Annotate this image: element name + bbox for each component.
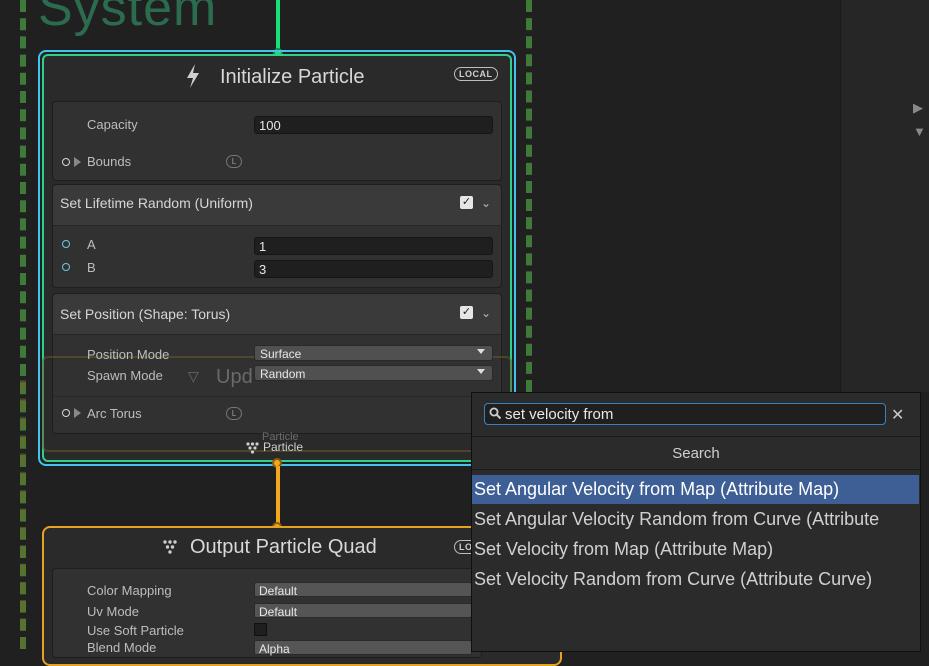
set-position-checkbox[interactable]: ✓ [460,306,473,319]
blend-mode-label: Blend Mode [87,640,157,655]
update-ghost-icon: ▽ [188,368,199,384]
update-border-left [20,380,26,649]
lifetime-a-field[interactable]: 1 [254,237,493,255]
position-mode-value: Surface [260,347,302,361]
right-panel: ▶ ▼ [840,0,929,392]
lightning-icon [184,63,202,89]
search-result-item[interactable]: Set Angular Velocity Random from Curve (… [472,505,919,534]
color-mapping-label: Color Mapping [87,583,172,598]
lifetime-b-label: B [87,260,96,275]
search-result-item[interactable]: Set Angular Velocity from Map (Attribute… [472,475,919,504]
particle-icon [246,441,259,454]
uv-mode-dropdown[interactable]: Default [254,603,472,619]
capacity-field[interactable]: 100 [254,116,493,134]
use-soft-particle-checkbox[interactable] [254,623,267,636]
lifetime-a-label: A [87,237,96,252]
clear-search-icon[interactable]: ✕ [891,405,904,425]
search-result-item[interactable]: Set Velocity Random from Curve (Attribut… [472,565,919,594]
color-mapping-dropdown[interactable]: Default [254,582,472,598]
arc-torus-slot[interactable] [62,409,70,417]
spawn-mode-label: Spawn Mode [87,368,163,383]
arc-torus-divider [53,396,501,397]
set-lifetime-checkbox[interactable]: ✓ [460,196,473,209]
chevron-down-icon[interactable]: ⌄ [481,306,491,320]
spawn-mode-value: Random [260,367,306,381]
search-result-item[interactable]: Set Velocity from Map (Attribute Map) [472,535,919,564]
search-header: Search [672,445,720,462]
lifetime-b-slot[interactable] [62,263,70,271]
position-mode-label: Position Mode [87,347,170,362]
spawn-flow-edge [276,0,280,50]
triangle-right-icon[interactable]: ▶ [913,100,923,116]
search-box[interactable] [484,403,886,425]
init-context-title: Initialize Particle [220,66,365,88]
init-properties-block [52,101,502,181]
output-context-title: Output Particle Quad [190,536,377,558]
blend-mode-dropdown[interactable]: Alpha [254,640,472,656]
bounds-expand-icon[interactable] [74,157,81,167]
particle-quad-icon [163,540,177,554]
dropdown-arrow-icon [477,349,485,354]
uv-mode-label: Uv Mode [87,604,140,619]
arc-torus-label: Arc Torus [87,406,142,421]
arc-torus-space-badge[interactable]: L [226,407,242,420]
search-icon [489,407,502,425]
update-flow-edge [276,466,280,524]
chevron-down-icon[interactable]: ⌄ [481,196,491,210]
update-ghost-title: Upd [216,366,253,388]
triangle-down-icon[interactable]: ▼ [913,124,926,139]
use-soft-particle-label: Use Soft Particle [87,623,184,638]
capacity-label: Capacity [87,117,138,132]
init-local-badge[interactable]: LOCAL [454,67,498,81]
dropdown-arrow-icon [477,369,485,374]
arc-torus-expand-icon[interactable] [74,408,81,418]
system-border-right [526,0,532,392]
lifetime-a-slot[interactable] [62,240,70,248]
set-position-title: Set Position (Shape: Torus) [60,306,231,322]
search-header-divider [472,469,920,470]
bounds-slot[interactable] [62,158,70,166]
search-input[interactable] [505,404,875,424]
bounds-label: Bounds [87,154,132,169]
init-footer-label: Particle [263,440,304,454]
spawn-mode-dropdown[interactable]: Random [254,365,493,381]
system-label: System [38,0,218,37]
search-divider [472,436,920,437]
bounds-space-badge[interactable]: L [226,155,242,168]
set-lifetime-title: Set Lifetime Random (Uniform) [60,195,253,211]
lifetime-b-field[interactable]: 3 [254,260,493,278]
position-mode-dropdown[interactable]: Surface [254,345,493,361]
